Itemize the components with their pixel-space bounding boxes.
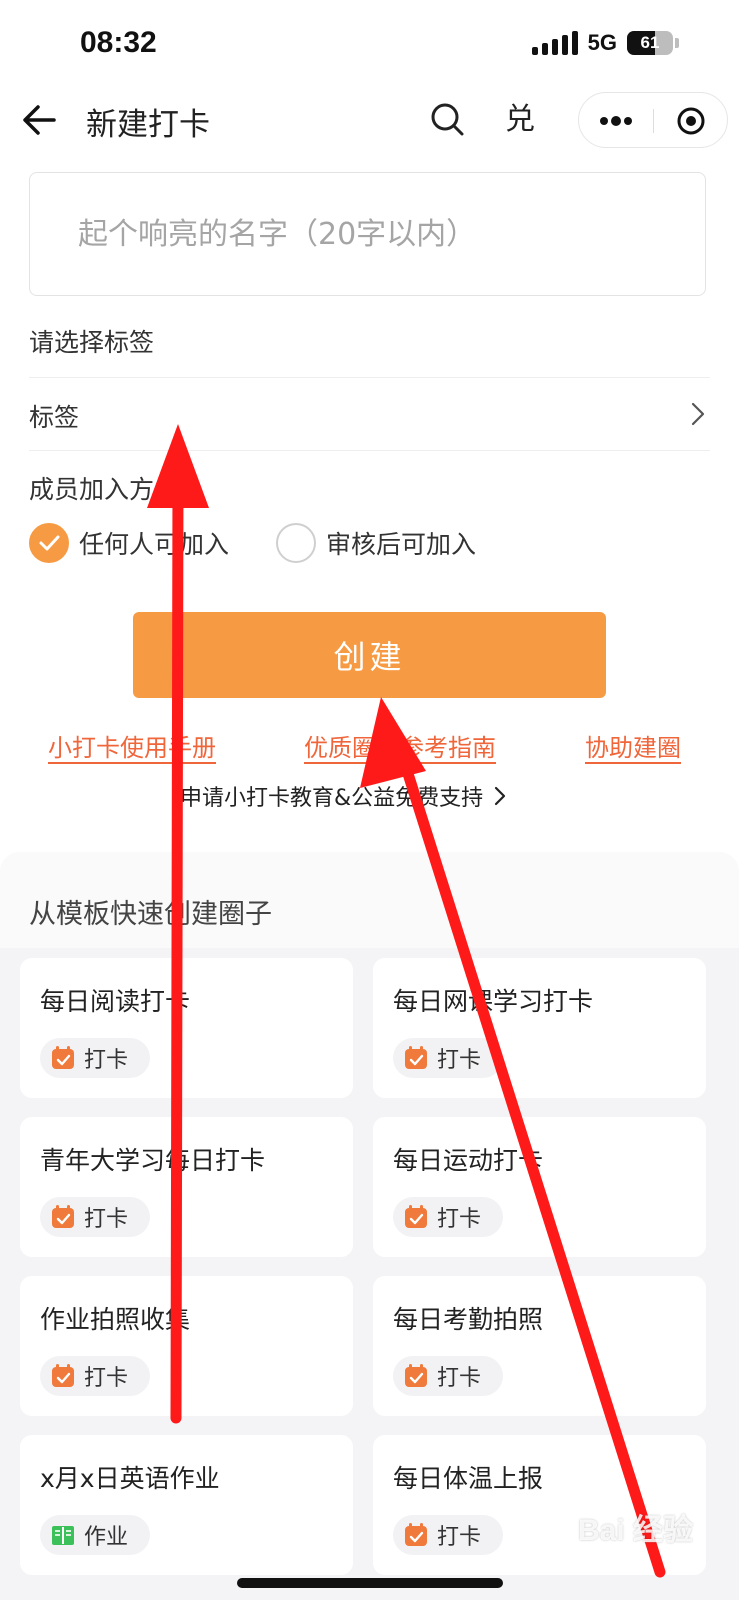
- circle-name-input[interactable]: [29, 172, 706, 296]
- template-type-chip: 打卡: [393, 1515, 504, 1555]
- template-type-label: 打卡: [84, 1366, 129, 1391]
- template-card[interactable]: x月x日英语作业作业: [20, 1435, 353, 1575]
- support-link[interactable]: 申请小打卡教育&公益免费支持: [180, 780, 507, 812]
- status-time: 08:32: [80, 26, 157, 59]
- template-type-chip: 打卡: [393, 1038, 504, 1078]
- template-type-chip: 打卡: [40, 1038, 151, 1078]
- label-section-title: 请选择标签: [29, 328, 155, 357]
- chevron-right-icon: [495, 786, 506, 806]
- template-name: 青年大学习每日打卡: [40, 1146, 266, 1175]
- create-button[interactable]: 创建: [133, 612, 606, 698]
- radio-checked-icon: [29, 523, 69, 563]
- join-section-title: 成员加入方: [29, 475, 155, 504]
- assist-link[interactable]: 协助建圈: [585, 728, 681, 763]
- template-heading: 从模板快速创建圈子: [29, 899, 272, 930]
- calendar-check-icon: [403, 1522, 429, 1548]
- template-name: 每日体温上报: [393, 1464, 544, 1493]
- arrow-left-icon: [23, 105, 56, 135]
- template-type-label: 打卡: [84, 1048, 129, 1073]
- template-name: 每日网课学习打卡: [393, 987, 594, 1016]
- guide-link[interactable]: 优质圈子参考指南: [304, 728, 496, 763]
- book-icon: [50, 1522, 76, 1548]
- template-type-chip: 作业: [40, 1515, 151, 1555]
- template-name: x月x日英语作业: [40, 1464, 220, 1493]
- manual-link[interactable]: 小打卡使用手册: [48, 728, 216, 763]
- signal-icon: [531, 31, 578, 55]
- template-card[interactable]: 作业拍照收集打卡: [20, 1276, 353, 1416]
- calendar-check-icon: [403, 1363, 429, 1389]
- template-card[interactable]: 每日网课学习打卡打卡: [373, 958, 706, 1098]
- calendar-check-icon: [50, 1363, 76, 1389]
- radio-unchecked-icon: [276, 523, 316, 563]
- network-type: 5G: [587, 30, 617, 55]
- join-option-label: 审核后可加入: [326, 530, 477, 559]
- join-option-label: 任何人可加入: [79, 530, 230, 559]
- template-type-chip: 打卡: [40, 1197, 151, 1237]
- battery-icon: 61: [627, 31, 673, 55]
- template-name: 每日阅读打卡: [40, 987, 191, 1016]
- more-button[interactable]: [579, 93, 653, 149]
- template-name: 每日运动打卡: [393, 1146, 544, 1175]
- template-type-label: 打卡: [437, 1366, 482, 1391]
- template-card[interactable]: 每日考勤拍照打卡: [373, 1276, 706, 1416]
- search-button[interactable]: [420, 92, 476, 148]
- template-type-label: 打卡: [437, 1525, 482, 1550]
- search-icon: [431, 103, 464, 136]
- mini-program-capsule: [578, 92, 728, 148]
- page-title: 新建打卡: [86, 107, 210, 143]
- join-option-anyone[interactable]: 任何人可加入: [29, 522, 229, 564]
- template-type-label: 打卡: [437, 1048, 482, 1073]
- template-type-label: 作业: [84, 1525, 129, 1550]
- support-link-label: 申请小打卡教育&公益免费支持: [180, 786, 484, 811]
- template-card[interactable]: 每日运动打卡打卡: [373, 1117, 706, 1257]
- battery-level: 61: [640, 33, 660, 52]
- template-card[interactable]: 青年大学习每日打卡打卡: [20, 1117, 353, 1257]
- close-mini-program-button[interactable]: [654, 93, 728, 149]
- watermark: Bai 经验: [577, 1514, 693, 1547]
- status-indicators: 5G 61: [531, 30, 679, 56]
- divider: [29, 450, 710, 451]
- chevron-right-icon: [691, 402, 705, 426]
- template-type-chip: 打卡: [393, 1197, 504, 1237]
- more-dots-icon: [600, 116, 632, 126]
- target-circle-icon: [677, 107, 705, 135]
- calendar-check-icon: [403, 1204, 429, 1230]
- template-type-chip: 打卡: [40, 1356, 151, 1396]
- nav-bar: 新建打卡 兑: [0, 80, 739, 160]
- tag-row-label: 标签: [29, 403, 80, 432]
- template-type-chip: 打卡: [393, 1356, 504, 1396]
- template-card[interactable]: 每日阅读打卡打卡: [20, 958, 353, 1098]
- home-indicator[interactable]: [237, 1578, 503, 1588]
- tag-selector-row[interactable]: 标签: [29, 378, 710, 450]
- status-bar: 08:32 5G 61: [0, 0, 739, 90]
- join-option-review[interactable]: 审核后可加入: [276, 522, 476, 564]
- template-type-label: 打卡: [84, 1207, 129, 1232]
- redeem-button[interactable]: 兑: [492, 92, 548, 148]
- calendar-check-icon: [403, 1045, 429, 1071]
- calendar-check-icon: [50, 1204, 76, 1230]
- back-button[interactable]: [18, 98, 62, 142]
- template-name: 每日考勤拍照: [393, 1305, 544, 1334]
- battery-nub: [675, 38, 679, 48]
- template-name: 作业拍照收集: [40, 1305, 191, 1334]
- calendar-check-icon: [50, 1045, 76, 1071]
- template-type-label: 打卡: [437, 1207, 482, 1232]
